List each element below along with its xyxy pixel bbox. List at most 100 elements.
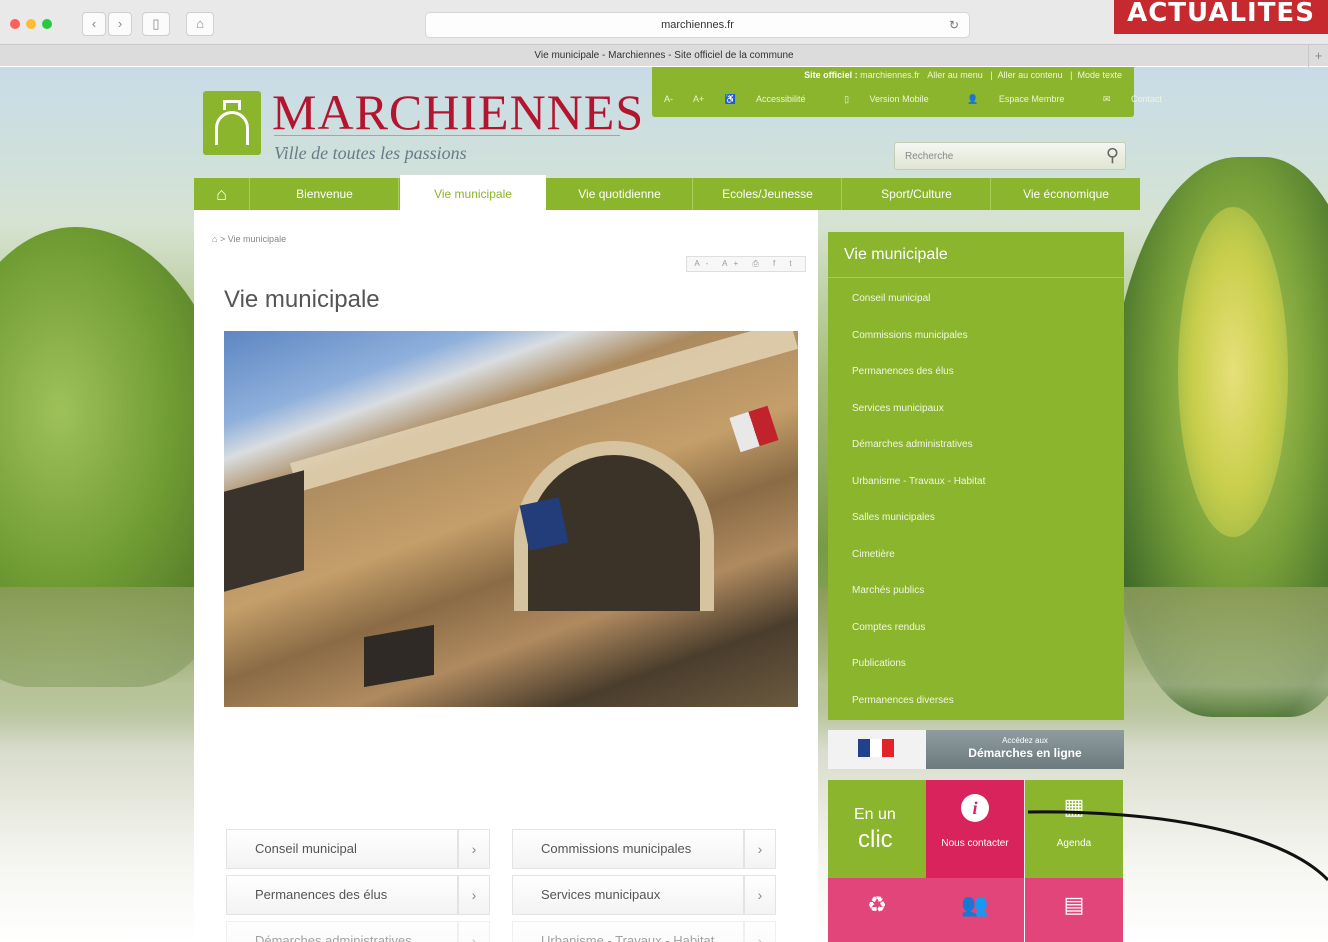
info-icon: i — [926, 794, 1024, 822]
sidebar-item-permanences-elus[interactable]: Permanences des élus — [852, 366, 954, 377]
french-flag-icon — [858, 739, 894, 757]
sidebar-item-urbanisme[interactable]: Urbanisme - Travaux - Habitat — [852, 476, 985, 487]
demarches-en-ligne-button[interactable]: Accédez aux Démarches en ligne — [926, 730, 1124, 769]
sidebar-item-marches-publics[interactable]: Marchés publics — [852, 585, 924, 596]
accessibility-icon: ♿ — [724, 94, 737, 104]
mobile-version-link[interactable]: ▯ Version Mobile — [844, 94, 947, 104]
nav-item-bienvenue[interactable]: Bienvenue — [251, 178, 399, 210]
tile-recyclage[interactable]: ♻ — [828, 878, 926, 942]
logo-icon[interactable] — [203, 91, 261, 155]
utility-bar: Site officiel : marchiennes.fr Aller au … — [652, 67, 1162, 117]
sidebar-item-cimetiere[interactable]: Cimetière — [852, 549, 895, 560]
utility-bar-links: Site officiel : marchiennes.fr Aller au … — [804, 70, 1122, 80]
text-mode-link[interactable]: Mode texte — [1077, 70, 1122, 80]
utility-bar-tools: A- A+ ♿ Accessibilité ▯ Version Mobile 👤… — [664, 94, 1198, 105]
breadcrumb-home-icon[interactable]: ⌂ — [212, 234, 217, 244]
tile-agenda[interactable]: ▦ Agenda — [1025, 780, 1123, 878]
sidebar-item-demarches[interactable]: Démarches administratives — [852, 439, 973, 450]
tile-associations[interactable]: 👥 — [926, 878, 1024, 942]
tab-title[interactable]: Vie municipale - Marchiennes - Site offi… — [534, 50, 793, 61]
home-icon[interactable]: ⌂ — [186, 12, 214, 36]
sidebar-vie-municipale: Vie municipale Conseil municipal Commiss… — [828, 232, 1124, 720]
en-un-clic-label: En un clic — [828, 780, 926, 878]
skip-to-content-link[interactable]: Aller au contenu — [998, 70, 1063, 80]
quick-link-urbanisme[interactable]: Urbanisme - Travaux - Habitat — [512, 921, 744, 942]
mobile-icon: ▯ — [844, 94, 850, 104]
sidebar-item-services[interactable]: Services municipaux — [852, 403, 944, 414]
nav-item-vie-economique[interactable]: Vie économique — [992, 178, 1140, 210]
font-decrease-button[interactable]: A- — [664, 94, 673, 104]
skip-to-menu-link[interactable]: Aller au menu — [927, 70, 983, 80]
close-window-button[interactable] — [10, 19, 20, 29]
demarches-en-ligne-banner[interactable]: Accédez aux Démarches en ligne — [828, 730, 1124, 769]
chevron-right-icon[interactable]: › — [458, 875, 490, 915]
main-content: ⌂ > Vie municipale A- A+ ⎙ f t Vie munic… — [194, 210, 818, 942]
mobile-label: Version Mobile — [869, 94, 929, 104]
sidebar-item-salles[interactable]: Salles municipales — [852, 512, 935, 523]
page-title: Vie municipale — [224, 286, 380, 313]
sidebar-toggle-icon[interactable]: ▯ — [142, 12, 170, 36]
recycle-icon: ♻ — [867, 892, 887, 917]
search-icon[interactable]: ⚲ — [1106, 145, 1119, 166]
quick-link-conseil-municipal[interactable]: Conseil municipal — [226, 829, 458, 869]
photo-flag — [729, 405, 779, 453]
marianne-logo — [828, 730, 926, 769]
quick-link-services[interactable]: Services municipaux — [512, 875, 744, 915]
chevron-right-icon[interactable]: › — [744, 921, 776, 942]
quick-link-permanences[interactable]: Permanences des élus — [226, 875, 458, 915]
member-area-link[interactable]: 👤 Espace Membre — [967, 94, 1082, 104]
mail-icon: ✉ — [1102, 94, 1111, 104]
sidebar-title: Vie municipale — [828, 232, 1124, 278]
nav-item-sport-culture[interactable]: Sport/Culture — [843, 178, 991, 210]
share-tools[interactable]: A- A+ ⎙ f t — [686, 256, 806, 272]
demarches-line2: Démarches en ligne — [968, 746, 1082, 760]
quick-links-grid: Conseil municipal › Commissions municipa… — [226, 829, 794, 942]
contact-link[interactable]: ✉ Contact — [1103, 94, 1180, 104]
chevron-right-icon[interactable]: › — [744, 875, 776, 915]
zoom-window-button[interactable] — [42, 19, 52, 29]
logo-roof — [223, 100, 241, 110]
user-icon: 👤 — [967, 94, 979, 104]
nav-item-vie-quotidienne[interactable]: Vie quotidienne — [547, 178, 693, 210]
search-input[interactable]: Recherche ⚲ — [894, 142, 1126, 170]
sidebar-item-permanences-diverses[interactable]: Permanences diverses — [852, 695, 954, 706]
nav-item-vie-municipale[interactable]: Vie municipale — [400, 175, 546, 210]
home-icon[interactable]: ⌂ — [194, 178, 250, 210]
address-url: marchiennes.fr — [661, 19, 734, 31]
en-un-clic-panel: En un clic i Nous contacter ▦ Agenda ♻ 👥… — [828, 780, 1124, 942]
reload-icon[interactable]: ↻ — [949, 13, 959, 37]
back-icon[interactable]: ‹ — [82, 12, 106, 36]
photo-window — [364, 624, 434, 688]
tab-bar: Vie municipale - Marchiennes - Site offi… — [0, 44, 1328, 67]
en-un-clic-line2: clic — [858, 826, 893, 853]
address-bar[interactable]: marchiennes.fr ↻ — [425, 12, 970, 38]
member-label: Espace Membre — [998, 94, 1065, 104]
site-official-link[interactable]: marchiennes.fr — [860, 70, 920, 80]
tile-nous-contacter[interactable]: i Nous contacter — [926, 780, 1024, 878]
tile-nous-contacter-label: Nous contacter — [941, 838, 1009, 849]
background-tree-right-yellow — [1178, 207, 1288, 537]
chevron-right-icon[interactable]: › — [458, 829, 490, 869]
tile-etablissements[interactable]: ▤ — [1025, 878, 1123, 942]
chevron-right-icon[interactable]: › — [744, 829, 776, 869]
tile-agenda-label: Agenda — [1056, 838, 1092, 849]
sidebar-item-comptes-rendus[interactable]: Comptes rendus — [852, 622, 925, 633]
forward-icon[interactable]: › — [108, 12, 132, 36]
site-title[interactable]: MARCHIENNES — [272, 83, 644, 141]
accessibility-link[interactable]: ♿ Accessibilité — [725, 94, 824, 104]
chevron-right-icon[interactable]: › — [458, 921, 490, 942]
font-increase-button[interactable]: A+ — [693, 94, 704, 104]
logo-divider — [274, 135, 620, 136]
new-tab-icon[interactable]: + — [1308, 45, 1328, 67]
film-icon: ▦ — [1063, 794, 1085, 819]
sidebar-item-commissions[interactable]: Commissions municipales — [852, 330, 968, 341]
search-placeholder: Recherche — [905, 151, 954, 162]
sidebar-item-conseil-municipal[interactable]: Conseil municipal — [852, 293, 930, 304]
nav-item-ecoles-jeunesse[interactable]: Ecoles/Jeunesse — [694, 178, 842, 210]
minimize-window-button[interactable] — [26, 19, 36, 29]
sidebar-item-publications[interactable]: Publications — [852, 658, 906, 669]
corner-section-tag: ACTUALITES — [1114, 0, 1328, 34]
quick-link-commissions[interactable]: Commissions municipales — [512, 829, 744, 869]
quick-link-demarches[interactable]: Démarches administratives — [226, 921, 458, 942]
site-tagline: Ville de toutes les passions — [274, 143, 467, 163]
